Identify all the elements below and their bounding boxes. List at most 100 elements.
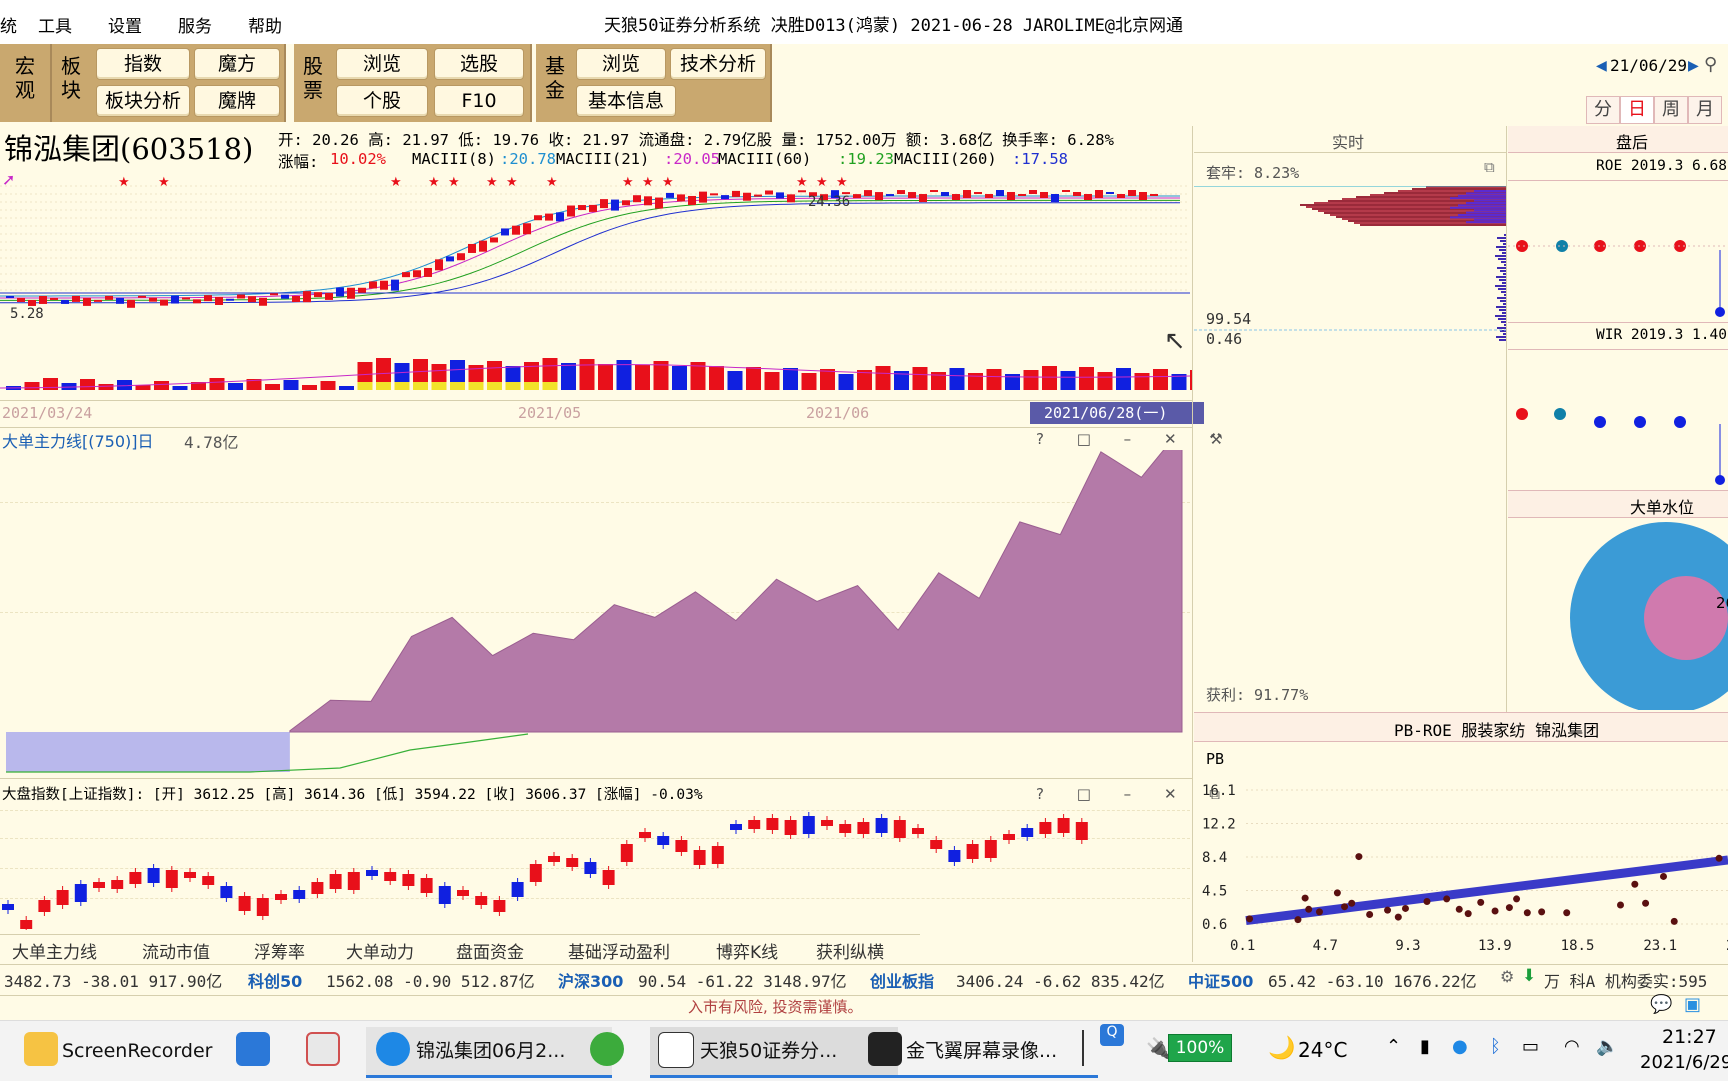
ticker-cyb-name[interactable]: 创业板指 — [870, 968, 934, 992]
ma8-value: :20.78 — [500, 150, 556, 168]
main-force-negative-area — [6, 732, 290, 772]
stock-group: 股票 浏览 选股 个股 F10 — [294, 44, 532, 122]
tab-float-ratio[interactable]: 浮筹率 — [254, 938, 305, 963]
microphone-icon[interactable]: ▮ — [1420, 1036, 1430, 1057]
battery-indicator[interactable]: 100% — [1168, 1034, 1232, 1062]
next-date-icon[interactable]: ▶ — [1688, 58, 1699, 74]
pb-data-point — [1401, 904, 1409, 912]
rubik-button[interactable]: 魔方 — [194, 48, 280, 80]
sector-analysis-button[interactable]: 板块分析 — [96, 85, 190, 117]
qq-icon[interactable]: Q — [1100, 1024, 1124, 1046]
price-candle — [864, 190, 872, 197]
folder-icon[interactable] — [24, 1032, 58, 1066]
stock-browse-button[interactable]: 浏览 — [336, 48, 428, 80]
weather-temp[interactable]: 24°C — [1298, 1038, 1347, 1062]
stock-select-button[interactable]: 选股 — [434, 48, 524, 80]
main-force-window-icons[interactable]: ? □ – ✕ ⚒ — [1036, 430, 1237, 448]
snipping-tool-icon[interactable] — [306, 1032, 340, 1066]
ticker-kc50-name[interactable]: 科创50 — [248, 968, 302, 992]
chip-bar-small — [1500, 300, 1506, 302]
pb-data-point — [1642, 899, 1650, 907]
price-candle — [666, 192, 674, 198]
stock-name: 锦泓集团(603518) — [4, 132, 254, 166]
tab-base-float-profit[interactable]: 基础浮动盈利 — [568, 938, 670, 963]
price-candle — [963, 190, 971, 199]
menu-tools[interactable]: 工具 — [38, 12, 72, 37]
fund-browse-button[interactable]: 浏览 — [576, 48, 666, 80]
ie-icon[interactable] — [590, 1032, 624, 1066]
taskbar-separator — [1082, 1030, 1084, 1066]
expand-icon[interactable]: ⧉ — [1484, 158, 1495, 176]
water-level-title: 大单水位 — [1630, 498, 1695, 517]
pb-data-point — [1423, 898, 1431, 906]
tab-month[interactable]: 月 — [1688, 96, 1722, 124]
tab-main-force[interactable]: 大单主力线 — [12, 938, 97, 963]
chip-bar-recent — [1474, 199, 1506, 202]
tab-big-order-power[interactable]: 大单动力 — [346, 938, 414, 963]
chat-icon[interactable]: 💬 — [1650, 994, 1672, 1015]
buy-signal-icon: ➚ — [2, 170, 16, 189]
water-level-chart — [1570, 522, 1728, 710]
ticker-zz500: 65.42 -63.10 1676.22亿 — [1268, 972, 1477, 991]
pb-data-point — [1443, 895, 1451, 903]
tab-day[interactable]: 日 — [1620, 96, 1654, 124]
chevron-up-icon[interactable]: ⌃ — [1386, 1036, 1401, 1057]
volume-bar-overlay — [376, 382, 391, 390]
volume-bar — [339, 386, 354, 390]
menu-item-partial[interactable]: 统 — [0, 12, 17, 37]
screen-icon[interactable]: ▣ — [1684, 994, 1701, 1015]
date-nav[interactable]: 21/06/29 — [1610, 56, 1687, 75]
tab-market-funds[interactable]: 盘面资金 — [456, 938, 524, 963]
settings-icon[interactable]: ⚙ — [1500, 967, 1514, 986]
basic-info-button[interactable]: 基本信息 — [576, 85, 676, 117]
chip-bar-recent — [1458, 194, 1506, 197]
realtime-header: 实时 — [1194, 126, 1506, 153]
mail-icon[interactable] — [236, 1032, 270, 1066]
f10-button[interactable]: F10 — [434, 85, 524, 117]
pb-x-tick: 18.5 — [1561, 938, 1595, 954]
bluetooth-icon[interactable]: ᛒ — [1490, 1036, 1501, 1057]
volume-bar-overlay — [413, 382, 428, 390]
ticker-hs300-name[interactable]: 沪深300 — [558, 968, 623, 992]
ticker-zz500-name[interactable]: 中证500 — [1188, 968, 1253, 992]
chip-bar-small — [1500, 240, 1506, 242]
tab-game-kline[interactable]: 博弈K线 — [716, 938, 778, 963]
technical-analysis-button[interactable]: 技术分析 — [670, 48, 766, 80]
tianlang-task-label: 天狼50证券分... — [700, 1040, 838, 1062]
tab-week[interactable]: 周 — [1654, 96, 1688, 124]
menu-service[interactable]: 服务 — [178, 12, 212, 37]
price-candle — [556, 212, 564, 222]
price-candle — [897, 190, 905, 195]
edge-tray-icon[interactable]: ● — [1452, 1036, 1468, 1057]
index-candle — [875, 818, 888, 833]
magic-card-button[interactable]: 魔牌 — [194, 85, 280, 117]
clock-date[interactable]: 2021/6/29 — [1640, 1052, 1728, 1073]
wifi-icon[interactable]: ◠ — [1564, 1036, 1580, 1057]
volume-bar — [820, 369, 835, 390]
menu-help[interactable]: 帮助 — [248, 12, 282, 37]
volume-bar — [117, 380, 132, 390]
tab-float-value[interactable]: 流动市值 — [142, 938, 210, 963]
tab-profit-overview[interactable]: 获利纵横 — [816, 938, 884, 963]
index-button[interactable]: 指数 — [96, 48, 190, 80]
ticker-tail: 万 科A 机构委实:595 — [1544, 972, 1708, 991]
macro-label[interactable]: 宏观 — [14, 54, 36, 102]
volume-bar — [265, 384, 280, 390]
clock-time[interactable]: 21:27 — [1662, 1026, 1717, 1048]
price-chart[interactable]: ★ ★ ★ ★ ★ ★ ★ ★ ★ ★ ★ ★ ★ ★ — [0, 168, 1192, 400]
volume-bar — [1097, 372, 1113, 390]
price-candle — [776, 192, 784, 199]
taskbar-app-screenrecorder[interactable]: ScreenRecorder — [62, 1027, 212, 1075]
tab-minute[interactable]: 分 — [1586, 96, 1620, 124]
index-candle — [802, 816, 815, 834]
index-candle — [293, 890, 306, 899]
date-axis: 2021/03/24 2021/05 2021/06 2021/06/28(一) — [0, 400, 1204, 428]
search-icon[interactable]: ⚲ — [1704, 54, 1717, 75]
volume-icon[interactable]: 🔈 — [1596, 1036, 1618, 1057]
battery-tray-icon[interactable]: ▭ — [1522, 1036, 1539, 1057]
prev-date-icon[interactable]: ◀ — [1596, 58, 1607, 74]
index-candle — [438, 886, 451, 904]
single-stock-button[interactable]: 个股 — [336, 85, 428, 117]
chip-bar-small — [1497, 267, 1506, 269]
menu-settings[interactable]: 设置 — [108, 12, 142, 37]
